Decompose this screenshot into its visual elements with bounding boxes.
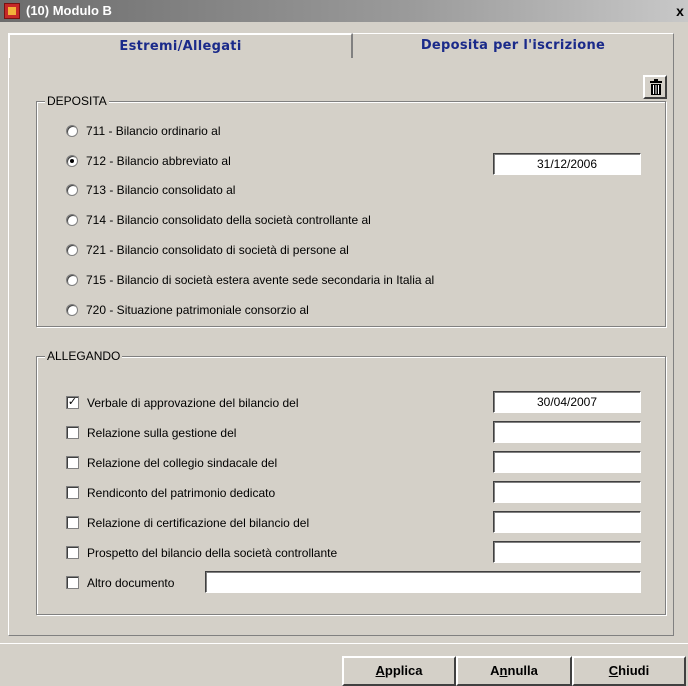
- radio-option-711[interactable]: 711 - Bilancio ordinario al: [66, 123, 221, 139]
- radio-button[interactable]: [66, 213, 78, 226]
- delete-button[interactable]: [643, 75, 667, 99]
- check-relazione-gestione[interactable]: Relazione sulla gestione del: [66, 425, 236, 441]
- check-label: Altro documento: [87, 576, 175, 590]
- chiudi-mnemonic: C: [608, 663, 619, 678]
- allegando-title: ALLEGANDO: [45, 349, 123, 363]
- applica-mnemonic: A: [375, 663, 385, 678]
- radio-label: 712 - Bilancio abbreviato al: [86, 154, 231, 168]
- chiudi-button[interactable]: Chiudi: [572, 656, 686, 686]
- radio-button[interactable]: [66, 154, 78, 167]
- check-label: Prospetto del bilancio della società con…: [87, 546, 338, 560]
- date-field-rendiconto[interactable]: [493, 481, 641, 503]
- check-prospetto[interactable]: Prospetto del bilancio della società con…: [66, 545, 337, 561]
- check-label: Relazione di certificazione del bilancio…: [87, 516, 310, 530]
- radio-label: 720 - Situazione patrimoniale consorzio …: [86, 303, 309, 317]
- radio-button[interactable]: [66, 273, 78, 286]
- app-icon: [4, 3, 20, 19]
- applica-label: pplica: [384, 663, 423, 678]
- deposita-title: DEPOSITA: [45, 94, 109, 108]
- date-field-verbale[interactable]: 30/04/2007: [493, 391, 641, 413]
- window-title: (10) Modulo B: [26, 3, 112, 18]
- checkbox[interactable]: [66, 456, 79, 470]
- date-field-prospetto[interactable]: [493, 541, 641, 563]
- tab-estremi-allegati[interactable]: Estremi/Allegati: [8, 33, 352, 58]
- date-field-712[interactable]: 31/12/2006: [493, 153, 641, 175]
- checkbox[interactable]: [66, 576, 79, 590]
- check-collegio-sindacale[interactable]: Relazione del collegio sindacale del: [66, 455, 277, 471]
- check-verbale[interactable]: ✓ Verbale di approvazione del bilancio de…: [66, 395, 298, 411]
- radio-option-720[interactable]: 720 - Situazione patrimoniale consorzio …: [66, 302, 309, 318]
- applica-button[interactable]: Applica: [342, 656, 456, 686]
- checkbox[interactable]: [66, 486, 79, 500]
- annulla-prefix: A: [490, 663, 500, 678]
- date-field-relazione-gestione[interactable]: [493, 421, 641, 443]
- altro-documento-field[interactable]: [205, 571, 641, 593]
- check-label: Relazione del collegio sindacale del: [87, 456, 278, 470]
- radio-option-714[interactable]: 714 - Bilancio consolidato della società…: [66, 212, 371, 228]
- close-button[interactable]: x: [672, 2, 688, 20]
- radio-option-712[interactable]: 712 - Bilancio abbreviato al: [66, 153, 231, 169]
- tab-deposita-iscrizione[interactable]: Deposita per l'iscrizione: [352, 33, 674, 58]
- annulla-mnemonic: n: [499, 663, 508, 678]
- check-label: Rendiconto del patrimonio dedicato: [87, 486, 276, 500]
- radio-button[interactable]: [66, 243, 78, 256]
- date-field-collegio-sindacale[interactable]: [493, 451, 641, 473]
- radio-label: 711 - Bilancio ordinario al: [86, 124, 221, 138]
- radio-option-721[interactable]: 721 - Bilancio consolidato di società di…: [66, 242, 349, 258]
- checkbox[interactable]: [66, 546, 79, 560]
- tab-strip: Estremi/Allegati Deposita per l'iscrizio…: [8, 33, 674, 58]
- checkbox[interactable]: ✓: [66, 396, 79, 410]
- radio-option-715[interactable]: 715 - Bilancio di società estera avente …: [66, 272, 434, 288]
- check-label: Verbale di approvazione del bilancio del: [87, 396, 299, 410]
- radio-button[interactable]: [66, 124, 78, 137]
- radio-label: 721 - Bilancio consolidato di società di…: [86, 243, 349, 257]
- title-bar: (10) Modulo B x: [0, 0, 688, 22]
- checkbox[interactable]: [66, 426, 79, 440]
- chiudi-label: hiudi: [618, 663, 650, 678]
- annulla-label: nulla: [507, 663, 538, 678]
- radio-label: 715 - Bilancio di società estera avente …: [86, 273, 435, 287]
- radio-label: 713 - Bilancio consolidato al: [86, 183, 236, 197]
- radio-button[interactable]: [66, 303, 78, 316]
- check-rendiconto[interactable]: Rendiconto del patrimonio dedicato: [66, 485, 275, 501]
- radio-button[interactable]: [66, 183, 78, 196]
- check-altro-documento[interactable]: Altro documento: [66, 575, 174, 591]
- radio-label: 714 - Bilancio consolidato della società…: [86, 213, 371, 227]
- checkbox[interactable]: [66, 516, 79, 530]
- check-certificazione[interactable]: Relazione di certificazione del bilancio…: [66, 515, 309, 531]
- check-label: Relazione sulla gestione del: [87, 426, 237, 440]
- annulla-button[interactable]: Annulla: [456, 656, 572, 686]
- radio-option-713[interactable]: 713 - Bilancio consolidato al: [66, 182, 235, 198]
- trash-icon: [650, 79, 662, 95]
- date-field-certificazione[interactable]: [493, 511, 641, 533]
